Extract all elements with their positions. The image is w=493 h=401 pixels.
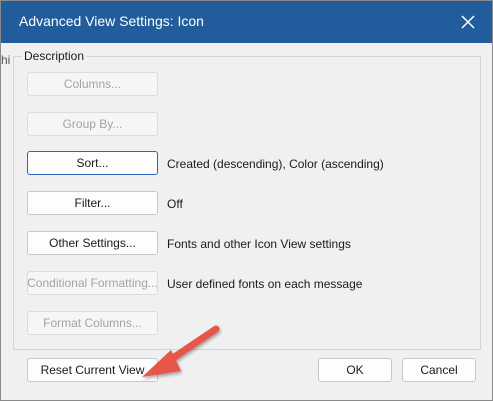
ok-button[interactable]: OK <box>318 358 392 382</box>
other-settings-description: Fonts and other Icon View settings <box>167 237 351 251</box>
advanced-view-settings-dialog: Advanced View Settings: Icon hi Descript… <box>0 0 493 401</box>
conditional-formatting-description: User defined fonts on each message <box>167 277 363 291</box>
clipped-background-text: hi <box>1 53 11 67</box>
group-label: Description <box>22 49 87 63</box>
close-icon <box>461 15 475 29</box>
filter-description: Off <box>167 197 183 211</box>
group-by-button[interactable]: Group By... <box>27 112 158 136</box>
conditional-formatting-button[interactable]: Conditional Formatting... <box>27 271 158 295</box>
sort-button[interactable]: Sort... <box>27 151 158 175</box>
columns-button[interactable]: Columns... <box>27 72 158 96</box>
window-title: Advanced View Settings: Icon <box>19 13 204 29</box>
title-bar: Advanced View Settings: Icon <box>1 1 492 43</box>
filter-button[interactable]: Filter... <box>27 191 158 215</box>
reset-current-view-button[interactable]: Reset Current View <box>27 358 158 382</box>
format-columns-button[interactable]: Format Columns... <box>27 311 158 335</box>
cancel-button[interactable]: Cancel <box>402 358 476 382</box>
sort-description: Created (descending), Color (ascending) <box>167 157 384 171</box>
close-button[interactable] <box>456 10 480 34</box>
other-settings-button[interactable]: Other Settings... <box>27 231 158 255</box>
